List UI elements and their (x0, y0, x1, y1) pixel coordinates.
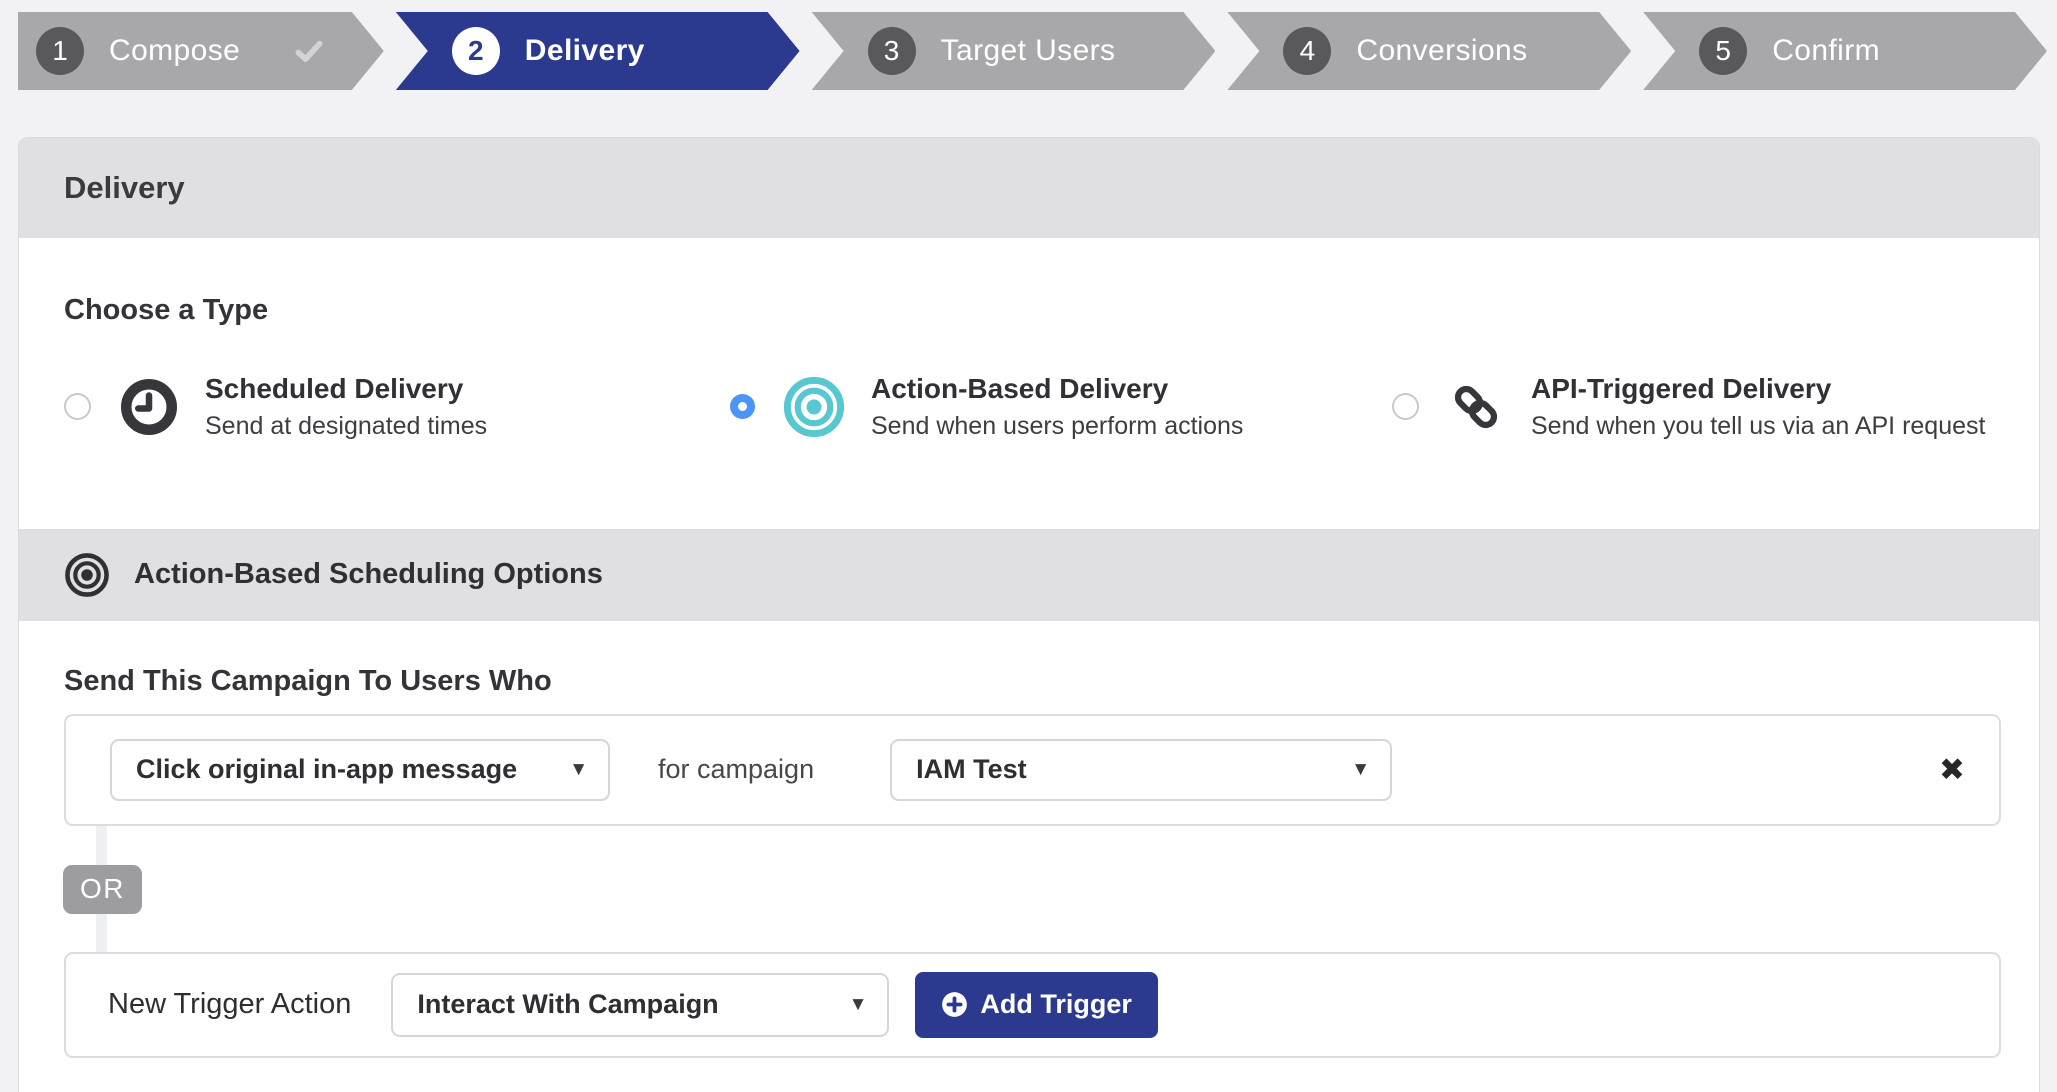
wizard-stepper: 1 Compose 2 Delivery 3 Target Users 4 Co… (18, 12, 2047, 90)
or-connector: OR (64, 826, 2001, 952)
trigger-action-select[interactable]: Click original in-app message ▼ (110, 739, 610, 801)
delivery-type-options: Scheduled Delivery Send at designated ti… (64, 373, 1994, 529)
step-conversions[interactable]: 4 Conversions (1227, 12, 1631, 90)
option-subtitle: Send when users perform actions (871, 412, 1243, 441)
step-label: Compose (109, 34, 240, 68)
option-api-triggered-delivery[interactable]: API-Triggered Delivery Send when you tel… (1392, 373, 1985, 441)
caret-down-icon: ▼ (547, 759, 588, 781)
delivery-panel: Delivery Choose a Type Scheduled Deliver… (18, 137, 2040, 1092)
step-delivery[interactable]: 2 Delivery (396, 12, 800, 90)
option-action-based-delivery[interactable]: Action-Based Delivery Send when users pe… (730, 373, 1392, 441)
step-number-badge: 5 (1699, 27, 1747, 75)
step-number-badge: 4 (1283, 27, 1331, 75)
step-confirm[interactable]: 5 Confirm (1643, 12, 2047, 90)
campaign-value: IAM Test (916, 754, 1027, 785)
send-to-users-heading: Send This Campaign To Users Who (64, 665, 2001, 698)
clock-icon (119, 377, 179, 437)
campaign-select[interactable]: IAM Test ▼ (890, 739, 1392, 801)
band-title: Action-Based Scheduling Options (134, 558, 603, 591)
close-icon[interactable]: ✖ (1931, 750, 1973, 789)
new-trigger-action-select[interactable]: Interact With Campaign ▼ (391, 973, 889, 1037)
target-icon (783, 376, 845, 438)
scheduling-section: Send This Campaign To Users Who Click or… (19, 621, 2039, 1058)
plus-icon (941, 991, 968, 1018)
step-label: Conversions (1356, 34, 1527, 68)
choose-type-heading: Choose a Type (64, 294, 1994, 327)
add-trigger-label: Add Trigger (980, 989, 1132, 1020)
or-badge: OR (63, 865, 142, 914)
step-number-badge: 2 (452, 27, 500, 75)
step-number-badge: 1 (36, 27, 84, 75)
option-title: Action-Based Delivery (871, 373, 1243, 405)
step-label: Target Users (941, 34, 1116, 68)
option-scheduled-delivery[interactable]: Scheduled Delivery Send at designated ti… (64, 373, 730, 441)
option-title: Scheduled Delivery (205, 373, 487, 405)
choose-type-section: Choose a Type Scheduled Delivery Send at… (19, 238, 2039, 529)
caret-down-icon: ▼ (827, 994, 868, 1016)
new-trigger-label: New Trigger Action (108, 988, 351, 1021)
option-subtitle: Send when you tell us via an API request (1531, 412, 1985, 441)
add-trigger-button[interactable]: Add Trigger (915, 972, 1158, 1038)
option-subtitle: Send at designated times (205, 412, 487, 441)
caret-down-icon: ▼ (1329, 759, 1370, 781)
panel-header: Delivery (19, 138, 2039, 238)
for-campaign-label: for campaign (658, 754, 814, 785)
step-target-users[interactable]: 3 Target Users (812, 12, 1216, 90)
campaign-delivery-page: 1 Compose 2 Delivery 3 Target Users 4 Co… (0, 0, 2057, 1092)
link-icon (1447, 378, 1505, 436)
panel-title: Delivery (64, 170, 185, 206)
step-compose[interactable]: 1 Compose (18, 12, 384, 90)
option-title: API-Triggered Delivery (1531, 373, 1985, 405)
bullseye-icon (64, 552, 110, 598)
trigger-action-value: Click original in-app message (136, 754, 517, 785)
radio-scheduled-delivery[interactable] (64, 393, 91, 420)
radio-api-triggered-delivery[interactable] (1392, 393, 1419, 420)
step-number-badge: 3 (868, 27, 916, 75)
action-based-options-band: Action-Based Scheduling Options (19, 529, 2039, 621)
radio-action-based-delivery[interactable] (730, 394, 755, 419)
step-label: Confirm (1772, 34, 1880, 68)
trigger-row: Click original in-app message ▼ for camp… (64, 714, 2001, 826)
new-trigger-row: New Trigger Action Interact With Campaig… (64, 952, 2001, 1058)
check-icon (292, 34, 326, 68)
new-trigger-action-value: Interact With Campaign (417, 989, 718, 1020)
step-label: Delivery (525, 34, 645, 68)
